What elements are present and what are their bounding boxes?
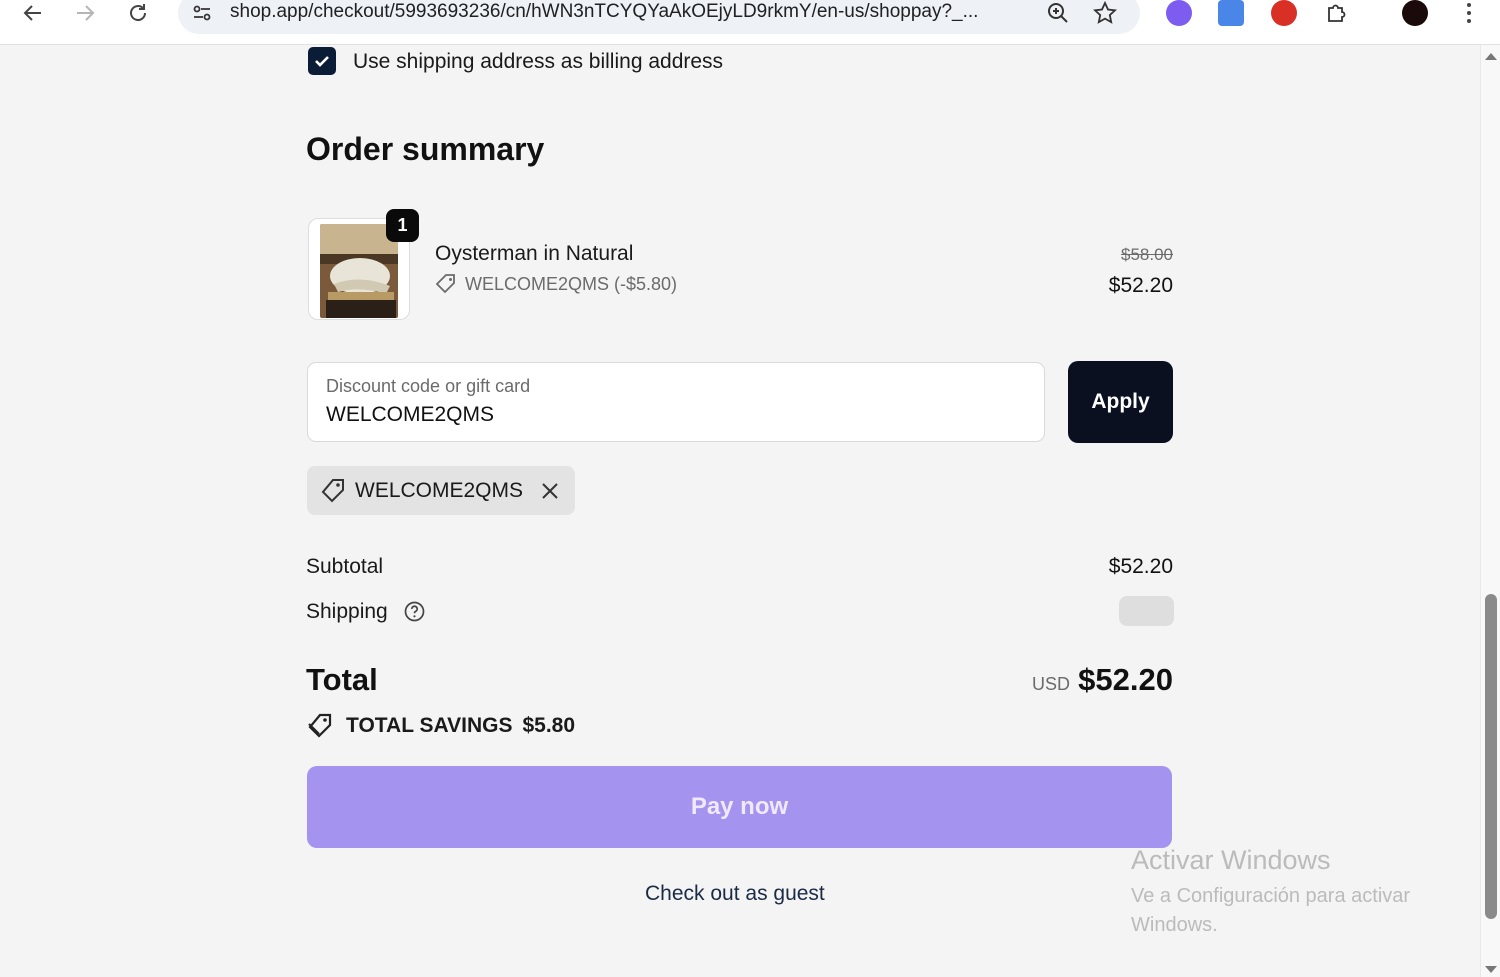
- discount-field[interactable]: Discount code or gift card: [307, 362, 1045, 442]
- bookmark-star-icon[interactable]: [1092, 0, 1118, 26]
- original-price: $58.00: [1121, 245, 1173, 264]
- total-value: $52.20: [1078, 662, 1173, 697]
- applied-discount-code: WELCOME2QMS: [355, 478, 524, 502]
- product-discount-text: WELCOME2QMS (-$5.80): [465, 273, 678, 294]
- billing-checkbox[interactable]: [308, 47, 336, 75]
- tag-icon: [321, 478, 344, 502]
- reload-icon[interactable]: [125, 0, 151, 26]
- remove-discount-close-icon[interactable]: [539, 480, 561, 502]
- browser-toolbar: shop.app/checkout/5993693236/cn/hWN3nTCY…: [0, 0, 1500, 45]
- checkmark-icon: [315, 56, 329, 67]
- shipping-value-placeholder: [1119, 596, 1174, 626]
- extensions-puzzle-icon[interactable]: [1324, 0, 1350, 26]
- product-discount: WELCOME2QMS (-$5.80): [435, 273, 677, 295]
- menu-kebab-icon[interactable]: [1456, 0, 1482, 26]
- help-circle-icon[interactable]: [404, 601, 425, 627]
- total-savings: TOTAL SAVINGS $5.80: [306, 713, 575, 739]
- shipping-label: Shipping: [306, 600, 388, 623]
- product-name: Oysterman in Natural: [435, 242, 634, 265]
- url-text[interactable]: shop.app/checkout/5993693236/cn/hWN3nTCY…: [230, 1, 978, 23]
- currency-code: USD: [1032, 674, 1071, 694]
- forward-icon[interactable]: [72, 0, 98, 26]
- site-settings-icon[interactable]: [189, 0, 215, 26]
- windows-activation-subtitle: Ve a Configuración para activar Windows.: [1131, 885, 1411, 936]
- billing-checkbox-label[interactable]: Use shipping address as billing address: [353, 50, 723, 74]
- extension-icon[interactable]: [1166, 0, 1192, 26]
- total-savings-value: $5.80: [522, 714, 576, 737]
- checkout-as-guest-link[interactable]: Check out as guest: [645, 882, 825, 906]
- scroll-down-arrow-icon[interactable]: [1485, 966, 1497, 973]
- subtotal-label: Subtotal: [306, 555, 384, 578]
- total-savings-label: TOTAL SAVINGS: [346, 714, 513, 737]
- tag-icon: [435, 274, 455, 294]
- google-translate-icon[interactable]: [1218, 0, 1244, 26]
- page-scrollbar[interactable]: [1480, 45, 1500, 977]
- pay-now-button[interactable]: Pay now: [307, 766, 1172, 848]
- order-summary-title: Order summary: [306, 131, 545, 167]
- total-label: Total: [306, 662, 378, 697]
- back-icon[interactable]: [20, 0, 46, 26]
- apply-button[interactable]: Apply: [1068, 361, 1173, 443]
- extension-bug-icon[interactable]: [1271, 0, 1297, 26]
- tags-icon: [308, 713, 332, 738]
- scroll-up-arrow-icon[interactable]: [1485, 53, 1497, 60]
- zoom-icon[interactable]: [1045, 0, 1071, 26]
- profile-avatar[interactable]: [1402, 0, 1428, 26]
- applied-discount-chip: WELCOME2QMS: [307, 466, 575, 515]
- item-price: $52.20: [1108, 274, 1173, 297]
- discount-input[interactable]: [326, 403, 1016, 427]
- quantity-badge: 1: [386, 209, 419, 242]
- scrollbar-thumb[interactable]: [1485, 594, 1497, 919]
- windows-activation-title: Activar Windows: [1131, 845, 1331, 875]
- subtotal-value: $52.20: [1108, 555, 1173, 578]
- discount-field-label: Discount code or gift card: [326, 376, 531, 396]
